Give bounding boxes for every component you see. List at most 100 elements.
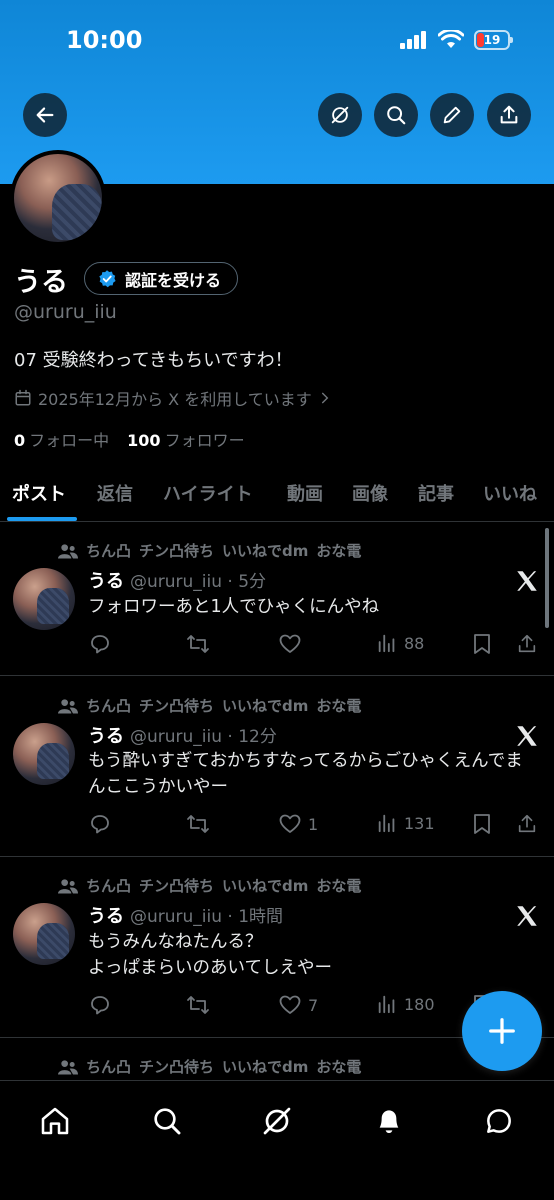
like-button[interactable] <box>278 632 308 656</box>
social-tag: おな電 <box>316 1058 362 1076</box>
views-button[interactable]: 88 <box>376 632 424 654</box>
tab-videos[interactable]: 動画 <box>287 480 323 506</box>
social-tag: おな電 <box>316 542 362 560</box>
edit-button[interactable] <box>430 93 474 137</box>
post-meta: @ururu_iiu · 12分 <box>130 727 277 747</box>
x-logo-icon <box>517 571 537 591</box>
nav-messages[interactable] <box>479 1101 519 1141</box>
join-date-label: 2025年12月から X を利用しています <box>38 390 312 409</box>
post-item[interactable]: ちん凸 チン凸待ち いいねでdm おな電 うる @ururu_iiu · 12分 もう酔… <box>0 677 554 857</box>
bookmark-icon <box>474 814 490 834</box>
x-logo-icon <box>517 726 537 746</box>
views-button[interactable]: 131 <box>376 812 435 834</box>
post-item[interactable]: ちん凸 チン凸待ち いいねでdm おな電 うる @ururu_iiu · 5分 フォロワ… <box>0 522 554 676</box>
grok-icon <box>263 1107 291 1135</box>
bookmark-icon <box>474 634 490 654</box>
compose-button[interactable] <box>462 991 542 1071</box>
heart-icon <box>279 814 301 833</box>
share-post-button[interactable] <box>516 812 538 836</box>
share-icon <box>500 105 518 124</box>
post-author-name[interactable]: うる <box>88 571 124 592</box>
active-tab-indicator <box>7 517 77 521</box>
repost-button[interactable] <box>185 812 211 836</box>
status-bar: 10:00 19 <box>0 0 554 84</box>
tab-articles[interactable]: 記事 <box>418 480 454 506</box>
reply-button[interactable] <box>88 812 112 836</box>
tab-images[interactable]: 画像 <box>352 480 388 506</box>
nav-home[interactable] <box>35 1101 75 1141</box>
views-button[interactable]: 180 <box>376 993 435 1015</box>
post-header: うる @ururu_iiu · 12分 <box>88 722 277 748</box>
social-context: ちん凸 チン凸待ち いいねでdm おな電 <box>58 695 361 716</box>
post-avatar[interactable] <box>13 568 75 630</box>
social-tag: ちん凸 <box>86 542 132 560</box>
reply-icon <box>91 815 109 834</box>
search-icon <box>387 106 406 125</box>
social-tag: チン凸待ち <box>139 1058 215 1076</box>
following-link[interactable]: 0 フォロー中 <box>14 427 109 451</box>
post-avatar[interactable] <box>13 723 75 785</box>
search-button[interactable] <box>374 93 418 137</box>
get-verified-button[interactable]: 認証を受ける <box>84 262 239 295</box>
post-author-name[interactable]: うる <box>88 906 124 927</box>
nav-notifications[interactable] <box>369 1101 409 1141</box>
battery-indicator: 19 <box>474 30 513 50</box>
post-header: うる @ururu_iiu · 5分 <box>88 567 266 593</box>
share-icon <box>518 814 536 833</box>
status-time: 10:00 <box>66 26 143 54</box>
bottom-navigation <box>0 1080 554 1200</box>
people-icon <box>58 1059 78 1074</box>
reply-button[interactable] <box>88 993 112 1017</box>
repost-button[interactable] <box>185 993 211 1017</box>
profile-tabs: ポスト 返信 ハイライト 動画 画像 記事 いいね <box>0 470 554 522</box>
verified-badge-icon <box>99 269 116 287</box>
followers-link[interactable]: 100 フォロワー <box>127 427 244 451</box>
get-verified-label: 認証を受ける <box>125 270 222 290</box>
tab-replies[interactable]: 返信 <box>97 480 133 506</box>
social-tag: チン凸待ち <box>139 877 215 895</box>
nav-grok[interactable] <box>257 1101 297 1141</box>
tab-highlights[interactable]: ハイライト <box>163 480 253 506</box>
social-context: ちん凸 チン凸待ち いいねでdm おな電 <box>58 540 361 561</box>
post-actions: 88 <box>88 632 542 658</box>
share-button[interactable] <box>487 93 531 137</box>
back-arrow-icon <box>36 107 54 123</box>
chevron-right-icon[interactable] <box>318 391 332 405</box>
people-icon <box>58 543 78 558</box>
wifi-icon <box>438 30 464 48</box>
nav-search[interactable] <box>147 1101 187 1141</box>
like-button[interactable]: 1 <box>278 812 318 836</box>
profile-avatar[interactable] <box>10 150 106 246</box>
repost-button[interactable] <box>185 632 211 656</box>
profile-name: うる <box>14 267 68 298</box>
social-tag: ちん凸 <box>86 1058 132 1076</box>
views-icon <box>378 814 395 833</box>
social-tag: いいねでdm <box>222 542 309 560</box>
heart-icon <box>279 995 301 1014</box>
tab-posts[interactable]: ポスト <box>12 480 66 506</box>
post-avatar[interactable] <box>13 903 75 965</box>
tab-likes[interactable]: いいね <box>483 480 537 506</box>
post-text: フォロワーあと1人でひゃくにんやね <box>88 597 380 617</box>
people-icon <box>58 878 78 893</box>
back-button[interactable] <box>23 93 67 137</box>
view-count: 131 <box>404 813 435 833</box>
social-tag: チン凸待ち <box>139 697 215 715</box>
repost-icon <box>187 996 209 1014</box>
post-author-name[interactable]: うる <box>88 726 124 747</box>
x-logo-icon <box>517 906 537 926</box>
grok-button[interactable] <box>318 93 362 137</box>
message-icon <box>487 1109 511 1133</box>
reply-button[interactable] <box>88 632 112 656</box>
share-post-button[interactable] <box>516 632 538 656</box>
bookmark-button[interactable] <box>471 632 493 656</box>
share-icon <box>518 634 536 653</box>
like-button[interactable]: 7 <box>278 993 318 1017</box>
bookmark-button[interactable] <box>471 812 493 836</box>
social-tag: いいねでdm <box>222 697 309 715</box>
views-icon <box>378 995 395 1014</box>
like-count: 7 <box>308 995 319 1015</box>
repost-icon <box>187 635 209 653</box>
bell-icon <box>379 1110 399 1133</box>
pencil-icon <box>443 106 461 124</box>
